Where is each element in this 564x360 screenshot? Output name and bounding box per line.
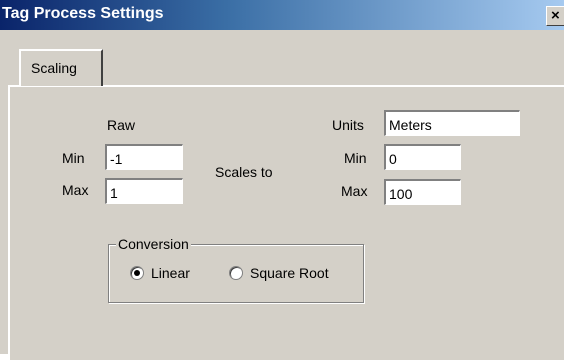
window-title: Tag Process Settings	[2, 5, 164, 22]
title-bar[interactable]: Tag Process Settings ×	[0, 0, 564, 30]
scaled-max-input[interactable]	[384, 179, 461, 205]
linear-radio-label[interactable]: Linear	[151, 265, 190, 281]
raw-max-input[interactable]	[105, 178, 183, 204]
tag-process-settings-window: Tag Process Settings × Scaling Raw Min M…	[0, 0, 564, 360]
raw-max-label: Max	[62, 182, 89, 198]
scaled-max-label: Max	[341, 183, 368, 199]
units-label: Units	[332, 117, 364, 133]
raw-min-input[interactable]	[105, 144, 183, 170]
units-input[interactable]	[384, 110, 520, 136]
close-button[interactable]: ×	[546, 6, 564, 26]
scaled-min-input[interactable]	[384, 144, 461, 170]
radio-selected-dot	[134, 270, 140, 276]
scales-to-label: Scales to	[215, 164, 273, 180]
raw-heading: Raw	[107, 117, 136, 133]
close-icon: ×	[551, 7, 560, 24]
conversion-group-title: Conversion	[116, 236, 191, 252]
tab-scaling[interactable]: Scaling	[19, 49, 103, 86]
tab-scaling-label: Scaling	[31, 60, 77, 76]
raw-min-label: Min	[62, 150, 85, 166]
scaled-min-label: Min	[344, 150, 367, 166]
square-root-radio-label[interactable]: Square Root	[250, 265, 329, 281]
square-root-radio[interactable]	[229, 266, 243, 280]
linear-radio[interactable]	[130, 266, 144, 280]
